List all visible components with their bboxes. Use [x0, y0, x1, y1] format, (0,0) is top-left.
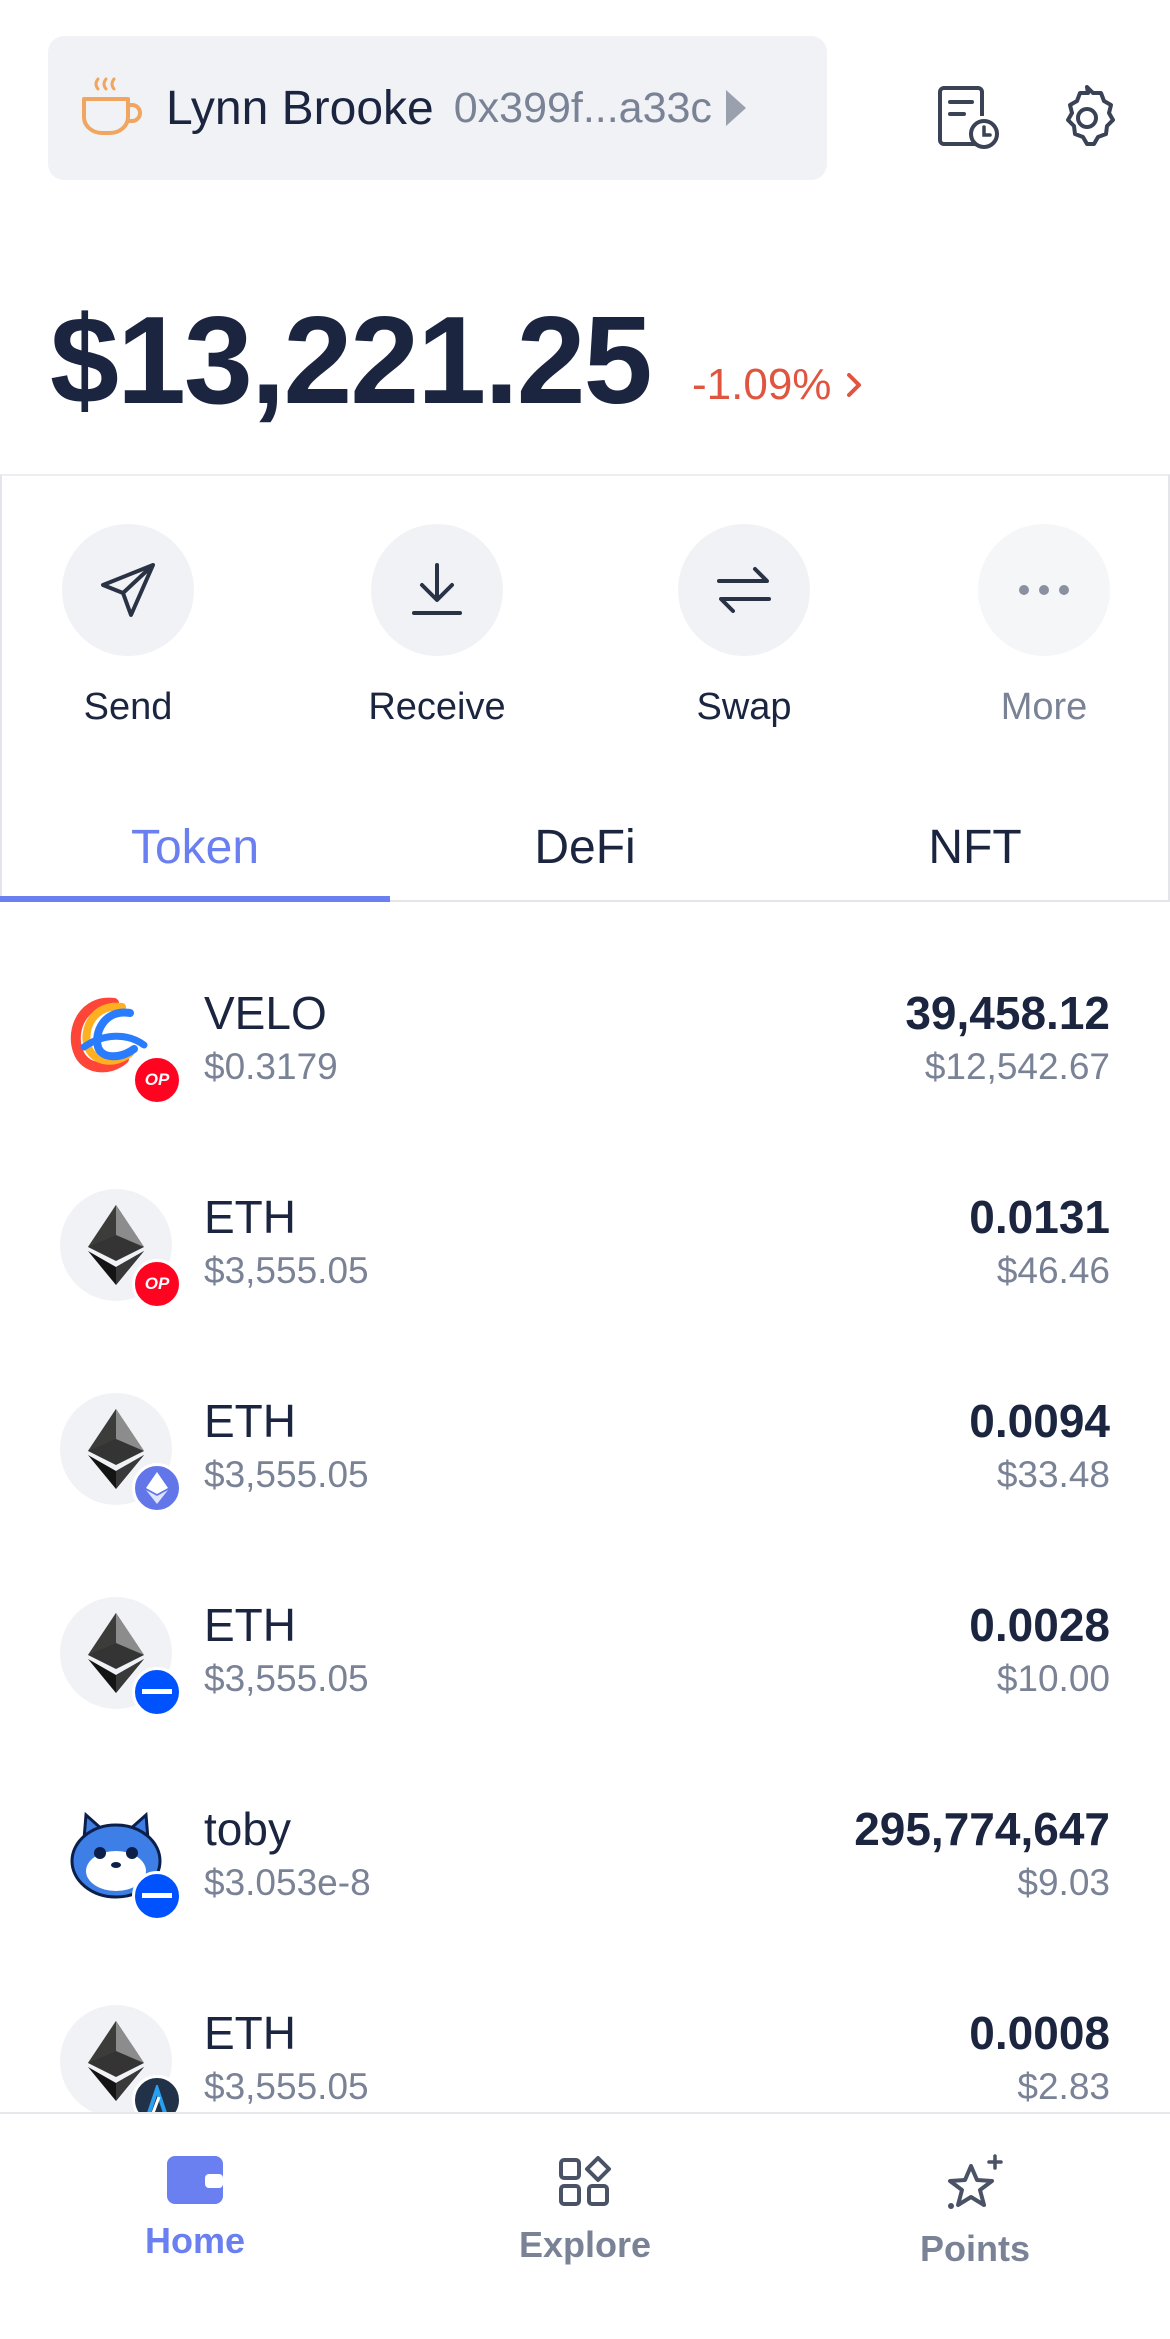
swap-icon: [678, 524, 810, 656]
token-list: OP VELO $0.3179 39,458.12 $12,542.67 OP …: [0, 940, 1170, 2112]
more-label: More: [1000, 686, 1088, 728]
token-row[interactable]: ETH $3,555.05 0.0028 $10.00: [0, 1552, 1170, 1756]
optimism-badge-icon: OP: [132, 1055, 182, 1105]
token-price: $3.053e-8: [204, 1862, 371, 1903]
chevron-right-icon: [847, 373, 862, 397]
arbitrum-badge-icon: [132, 2075, 182, 2112]
token-symbol: ETH: [204, 1191, 296, 1243]
token-value: $46.46: [996, 1250, 1110, 1291]
gear-icon[interactable]: [1052, 82, 1122, 152]
token-price: $3,555.05: [204, 1250, 369, 1291]
token-row[interactable]: OP ETH $3,555.05 0.0131 $46.46: [0, 1144, 1170, 1348]
swap-button[interactable]: Swap: [654, 524, 834, 729]
caret-right-icon: [725, 90, 746, 126]
token-amount: 295,774,647: [854, 1803, 1110, 1855]
token-row[interactable]: ETH $3,555.05 0.0008 $2.83: [0, 1960, 1170, 2112]
nav-home[interactable]: Home: [0, 2114, 390, 2339]
nav-points-label: Points: [919, 2228, 1030, 2269]
ethereum-badge-icon: [132, 1463, 182, 1513]
asset-tabs: Token DeFi NFT: [0, 800, 1170, 902]
sparkle-star-icon: [948, 2154, 1003, 2209]
send-button[interactable]: Send: [38, 524, 218, 729]
receive-label: Receive: [368, 686, 506, 728]
token-symbol: toby: [204, 1803, 291, 1855]
coffee-cup-icon: [82, 77, 142, 135]
balance-change[interactable]: -1.09%: [692, 360, 867, 410]
swap-label: Swap: [696, 686, 792, 728]
token-price: $3,555.05: [204, 1658, 369, 1699]
token-value: $2.83: [1017, 2066, 1110, 2107]
token-amount: 0.0028: [969, 1599, 1110, 1651]
tab-defi[interactable]: DeFi: [390, 800, 780, 900]
token-row[interactable]: OP VELO $0.3179 39,458.12 $12,542.67: [0, 940, 1170, 1144]
send-label: Send: [83, 686, 173, 728]
token-amount: 0.0008: [969, 2007, 1110, 2059]
more-icon: [978, 524, 1110, 656]
token-value: $9.03: [1017, 1862, 1110, 1903]
bottom-nav: Home Explore Points: [0, 2112, 1170, 2339]
token-symbol: VELO: [204, 987, 327, 1039]
nav-explore-label: Explore: [518, 2224, 652, 2265]
history-icon[interactable]: [932, 82, 1002, 152]
token-symbol: ETH: [204, 1395, 296, 1447]
account-name: Lynn Brooke: [166, 81, 434, 135]
account-switcher[interactable]: Lynn Brooke 0x399f...a33c: [48, 36, 827, 180]
send-icon: [62, 524, 194, 656]
wallet-icon: [167, 2156, 223, 2204]
explore-grid-icon: [559, 2156, 611, 2206]
token-price: $0.3179: [204, 1046, 338, 1087]
nav-home-label: Home: [144, 2220, 246, 2261]
token-amount: 39,458.12: [905, 987, 1110, 1039]
token-amount: 0.0131: [969, 1191, 1110, 1243]
token-row[interactable]: toby $3.053e-8 295,774,647 $9.03: [0, 1756, 1170, 1960]
nav-explore[interactable]: Explore: [390, 2114, 780, 2339]
account-address: 0x399f...a33c: [453, 83, 712, 132]
nav-points[interactable]: Points: [780, 2114, 1170, 2339]
receive-button[interactable]: Receive: [347, 524, 527, 729]
tab-nft[interactable]: NFT: [780, 800, 1170, 900]
tab-token[interactable]: Token: [0, 800, 390, 902]
token-symbol: ETH: [204, 1599, 296, 1651]
token-value: $12,542.67: [924, 1046, 1110, 1087]
balance-change-value: -1.09%: [692, 360, 832, 409]
token-price: $3,555.05: [204, 2066, 369, 2107]
optimism-badge-icon: OP: [132, 1259, 182, 1309]
base-badge-icon: [132, 1667, 182, 1717]
base-badge-icon: [132, 1871, 182, 1921]
token-amount: 0.0094: [969, 1395, 1110, 1447]
token-price: $3,555.05: [204, 1454, 369, 1495]
more-button[interactable]: More: [954, 524, 1134, 729]
token-symbol: ETH: [204, 2007, 296, 2059]
token-value: $10.00: [996, 1658, 1110, 1699]
token-value: $33.48: [996, 1454, 1110, 1495]
download-icon: [371, 524, 503, 656]
total-balance: $13,221.25: [50, 292, 653, 430]
token-row[interactable]: ETH $3,555.05 0.0094 $33.48: [0, 1348, 1170, 1552]
